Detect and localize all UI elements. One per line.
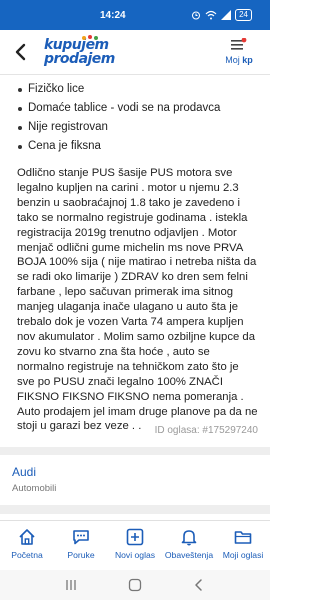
chat-icon xyxy=(73,530,89,545)
battery-indicator: 24 xyxy=(235,9,252,21)
feature-item: Fizičko lice xyxy=(16,80,256,99)
my-kp-label: Moj kp xyxy=(222,55,256,65)
nav-home-label: Početna xyxy=(11,550,43,560)
nav-my-ads[interactable]: Moji oglasi xyxy=(216,527,270,571)
logo-text-top: kupujem xyxy=(44,37,109,53)
back-arrow-icon[interactable] xyxy=(12,42,30,62)
wifi-icon xyxy=(205,10,217,20)
section-divider xyxy=(0,447,270,455)
home-system-icon[interactable] xyxy=(128,578,142,592)
signal-icon xyxy=(221,10,232,20)
ad-description: Odlično stanje PUS šasije PUS motora sve… xyxy=(17,167,258,433)
my-kp-suffix: kp xyxy=(242,55,253,65)
app-header: kupujem prodajem Moj kp xyxy=(0,30,270,75)
recent-apps-icon[interactable] xyxy=(64,578,78,592)
logo-text-bottom: prodajem xyxy=(44,51,115,67)
logo-dot-icon xyxy=(82,36,86,40)
status-icons: 24 xyxy=(191,9,252,21)
menu-icon xyxy=(231,38,247,50)
status-bar: 14:24 24 xyxy=(0,0,270,30)
section-divider xyxy=(0,505,270,514)
nav-notifications[interactable]: Obaveštenja xyxy=(162,527,216,571)
nav-home[interactable]: Početna xyxy=(0,527,54,571)
feature-item: Domaće tablice - vodi se na prodavca xyxy=(16,99,256,118)
feature-item: Cena je fiksna xyxy=(16,137,256,156)
nav-messages[interactable]: Poruke xyxy=(54,527,108,571)
status-time: 14:24 xyxy=(100,10,126,21)
nav-my-ads-label: Moji oglasi xyxy=(222,550,264,560)
back-system-icon[interactable] xyxy=(192,578,206,592)
nav-new-ad[interactable]: Novi oglas xyxy=(108,527,162,571)
bell-icon xyxy=(181,530,197,546)
logo-dot-icon xyxy=(88,35,92,39)
my-kp-prefix: Moj xyxy=(225,55,240,65)
logo-dot-icon xyxy=(94,36,98,40)
add-icon xyxy=(126,528,144,546)
folder-icon xyxy=(234,531,252,544)
nav-new-ad-label: Novi oglas xyxy=(114,550,156,560)
system-navigation-bar xyxy=(0,570,270,600)
feature-item: Nije registrovan xyxy=(16,118,256,137)
nav-messages-label: Poruke xyxy=(67,550,95,560)
category-subtitle: Automobili xyxy=(12,483,57,494)
bottom-navigation: Početna Poruke Novi oglas Obaveštenja Mo… xyxy=(0,520,270,571)
home-icon xyxy=(19,529,35,545)
category-link[interactable]: Audi Automobili xyxy=(0,455,270,505)
feature-list: Fizičko lice Domaće tablice - vodi se na… xyxy=(16,80,256,156)
nav-notifications-label: Obaveštenja xyxy=(164,550,214,560)
my-kp-button[interactable]: Moj kp xyxy=(222,36,256,70)
alarm-icon xyxy=(192,11,201,20)
category-title: Audi xyxy=(12,465,37,479)
ad-id: ID oglasa: #175297240 xyxy=(154,425,258,436)
kupujem-prodajem-logo[interactable]: kupujem prodajem xyxy=(44,35,124,68)
